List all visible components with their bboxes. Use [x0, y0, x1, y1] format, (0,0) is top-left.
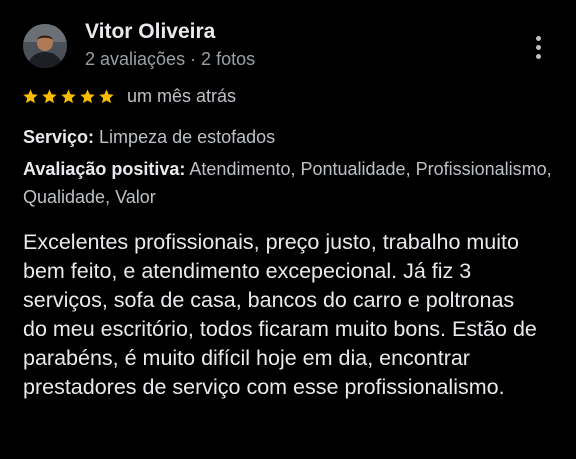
more-dot: [535, 44, 541, 50]
more-vert-icon[interactable]: [526, 32, 550, 62]
reviewer-name[interactable]: Vitor Oliveira: [85, 19, 215, 45]
review-date: um mês atrás: [127, 85, 237, 106]
star-icon: [42, 89, 57, 103]
star-icon: [80, 89, 95, 103]
positive-review-detail: Avaliação positiva: Atendimento, Pontual…: [23, 155, 553, 211]
review-text: Excelentes profissionais, preço justo, t…: [23, 230, 537, 399]
star-icon: [23, 89, 38, 103]
positive-review-label: Avaliação positiva:: [23, 159, 186, 179]
review-card: Vitor Oliveira 2 avaliações · 2 fotos um…: [0, 0, 576, 459]
star-icon: [61, 89, 76, 103]
rating-row: um mês atrás: [22, 84, 236, 108]
more-dot: [535, 35, 541, 41]
service-value: Limpeza de estofados: [94, 127, 276, 147]
service-detail: Serviço: Limpeza de estofados: [23, 123, 553, 151]
service-label: Serviço:: [23, 127, 95, 147]
avatar[interactable]: [23, 24, 67, 68]
star-rating: [22, 88, 115, 105]
reviewer-meta: 2 avaliações · 2 fotos: [85, 49, 256, 69]
more-dot: [535, 53, 541, 59]
star-icon: [99, 89, 114, 103]
